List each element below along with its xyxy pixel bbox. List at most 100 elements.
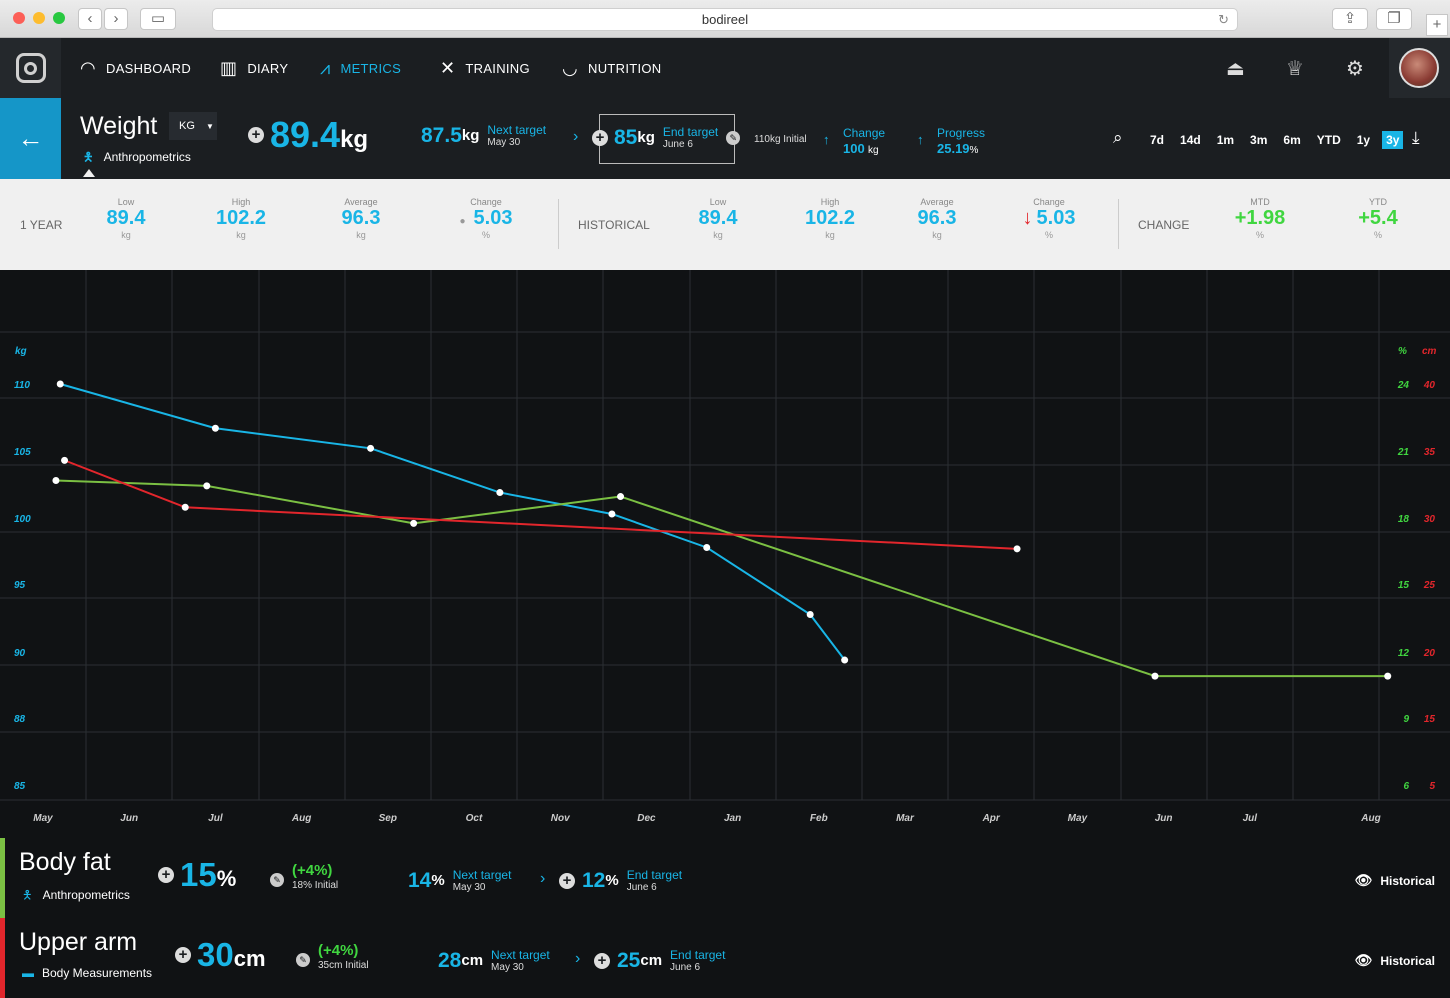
year-average: Average 96.3 kg [316, 197, 406, 240]
search-icon[interactable]: ⌕ [1113, 128, 1123, 148]
close-window-button[interactable] [13, 12, 25, 24]
change-unit: kg [868, 145, 879, 156]
stat-value: 102.2 [804, 207, 856, 229]
next-label: Next target [491, 948, 550, 962]
y-tick-left: 90 [14, 648, 26, 659]
next-target-date: May 30 [487, 137, 521, 148]
stat-value: 89.4 [698, 207, 738, 229]
x-tick-label: Sep [379, 813, 397, 824]
zoom-window-button[interactable] [53, 12, 65, 24]
chevron-right-icon: › [575, 950, 581, 967]
y-tick-left: 105 [14, 447, 31, 458]
range-6m[interactable]: 6m [1275, 131, 1308, 149]
hist-low: Low 89.4 kg [673, 197, 763, 240]
plus-icon: + [1432, 16, 1442, 33]
data-point [61, 456, 69, 464]
sidebar-toggle-button[interactable]: ▭ [140, 8, 176, 30]
gear-icon[interactable]: ⚙ [1346, 56, 1364, 81]
y-tick-right-cm: 15 [1424, 714, 1436, 725]
range-1m[interactable]: 1m [1209, 131, 1242, 149]
range-ytd[interactable]: YTD [1309, 131, 1349, 149]
nav-metrics[interactable]: ⩘ METRICS [320, 38, 401, 98]
range-3y[interactable]: 3y [1382, 131, 1404, 149]
range-14d[interactable]: 14d [1172, 131, 1209, 149]
add-target-button[interactable]: + [594, 952, 610, 969]
forward-nav-button[interactable]: › [104, 8, 128, 30]
historical-button[interactable]: 👁 Historical [1355, 872, 1435, 889]
edit-icon[interactable]: ✎ [270, 873, 284, 887]
next-unit: cm [461, 952, 484, 969]
arrow-up-icon: ↑ [917, 132, 924, 147]
add-target-button[interactable]: + [592, 129, 608, 146]
edit-icon[interactable]: ✎ [296, 953, 310, 967]
download-icon[interactable]: ⤓ [1412, 128, 1420, 148]
nav-dashboard[interactable]: ◠ DASHBOARD [80, 38, 191, 98]
data-point [211, 424, 219, 432]
end-unit: % [605, 872, 619, 889]
new-tab-button[interactable]: + [1426, 14, 1448, 36]
add-entry-button[interactable]: + [158, 867, 174, 883]
stat-label: Change [1033, 197, 1065, 207]
x-tick-label: Jun [1155, 813, 1173, 824]
y-tick-right-cm: 30 [1424, 514, 1436, 525]
arrow-down-icon: ↓ [1022, 207, 1033, 229]
nav-training[interactable]: ✕ TRAINING [440, 38, 530, 98]
next-label: Next target [452, 868, 512, 882]
y-axis-unit-kg: kg [15, 346, 27, 357]
y-tick-right-pct: 15 [1398, 580, 1410, 591]
back-button[interactable]: ← [0, 98, 61, 179]
pointer-caret [83, 169, 95, 177]
edit-target-icon[interactable]: ✎ [726, 130, 741, 145]
stat-label: Average [344, 197, 378, 207]
stat-value: 102.2 [215, 207, 267, 229]
data-point [367, 444, 375, 452]
user-menu[interactable] [1389, 38, 1450, 98]
nav-nutrition[interactable]: ◡ NUTRITION [562, 38, 662, 98]
y-tick-right-cm: 5 [1429, 781, 1435, 792]
y-tick-right-pct: 9 [1403, 714, 1409, 725]
trend-icon: ⩘ [320, 57, 331, 78]
minimize-window-button[interactable] [33, 12, 45, 24]
progress-value: 25.19 [937, 141, 970, 156]
upper-arm-row[interactable]: Upper arm ▬ Body Measurements +30 cm ✎ (+4… [0, 918, 1450, 998]
nav-diary[interactable]: ▥ DIARY [220, 38, 288, 98]
unit-select[interactable]: KG ▼ [169, 112, 217, 140]
range-3m[interactable]: 3m [1242, 131, 1275, 149]
stat-label: Low [709, 197, 727, 207]
y-tick-right-pct: 18 [1398, 514, 1410, 525]
bowl-icon: ◡ [562, 57, 579, 78]
add-entry-button[interactable]: + [248, 127, 264, 143]
progress-unit: % [969, 145, 979, 156]
scale-icon[interactable]: ⏏ [1226, 56, 1245, 81]
add-target-button[interactable]: + [559, 872, 575, 889]
hist-change: Change ↓ 5.03% [1004, 197, 1094, 240]
tabs-button[interactable]: ❐ [1376, 8, 1412, 30]
reload-icon[interactable]: ↻ [1218, 9, 1229, 31]
body-fat-row[interactable]: Body fat 🯅 Anthropometrics +15% ✎ (+4%) 18… [0, 838, 1450, 918]
add-entry-button[interactable]: + [175, 947, 191, 963]
url-bar[interactable]: bodireel ↻ [212, 8, 1238, 31]
row-value: 15 [180, 856, 217, 893]
person-icon: 🯅 [22, 888, 33, 902]
row-title: Upper arm [19, 928, 138, 956]
y-tick-right-cm: 25 [1423, 580, 1436, 591]
avatar[interactable] [1399, 48, 1439, 88]
stat-label: YTD [1369, 197, 1387, 207]
historical-button[interactable]: 👁 Historical [1355, 952, 1435, 969]
y-tick-right-pct: 21 [1397, 447, 1410, 458]
app-logo[interactable] [0, 38, 61, 98]
share-button[interactable]: ⇪ [1332, 8, 1368, 30]
change-group-label: CHANGE [1138, 218, 1190, 232]
year-label: 1 YEAR [20, 218, 63, 232]
range-1y[interactable]: 1y [1349, 131, 1378, 149]
y-tick-right-pct: 12 [1398, 648, 1410, 659]
range-7d[interactable]: 7d [1142, 131, 1172, 149]
data-point [1013, 545, 1021, 553]
neutral-dot-icon: ● [459, 216, 466, 227]
share-icon: ⇪ [1343, 10, 1357, 27]
current-value: + 89.4 kg [248, 114, 368, 156]
trophy-icon[interactable]: ♕ [1286, 56, 1304, 81]
stat-unit: % [1255, 230, 1264, 240]
back-nav-button[interactable]: ‹ [78, 8, 102, 30]
series-line [64, 459, 1018, 550]
